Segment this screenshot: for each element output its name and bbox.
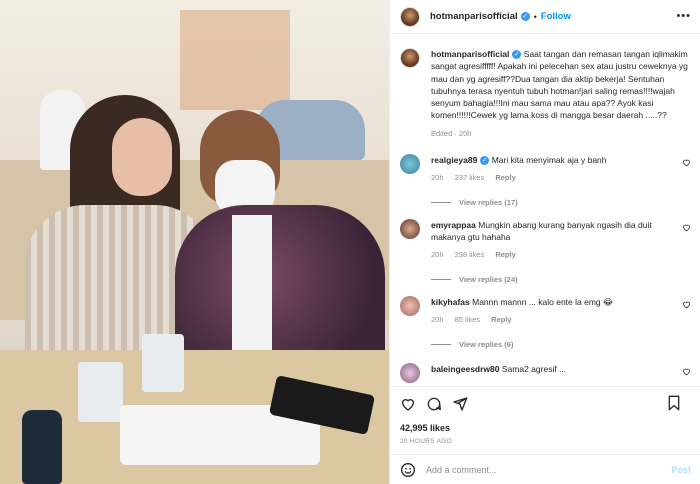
separator-dot: •: [533, 11, 537, 22]
comment-likes[interactable]: 85 likes: [455, 315, 480, 324]
man-shirt: [232, 215, 272, 355]
view-replies-label: View replies (24): [459, 275, 518, 285]
commenter-username[interactable]: emyrappaa: [431, 220, 476, 230]
author-username[interactable]: hotmanparisofficial: [430, 11, 518, 22]
reply-button[interactable]: Reply: [495, 250, 515, 259]
comment-likes[interactable]: 298 likes: [455, 250, 485, 259]
comment-heart-icon[interactable]: [682, 300, 691, 309]
comment-likes[interactable]: 237 likes: [455, 173, 485, 182]
caption-meta: Edited · 20h: [431, 128, 472, 138]
comment-icon[interactable]: [426, 396, 442, 412]
emoji-icon[interactable]: [400, 462, 416, 478]
commenter-avatar[interactable]: [400, 154, 420, 175]
comment-time: 20h: [431, 315, 444, 325]
comment-meta: 20h 237 likes Reply: [431, 172, 686, 184]
view-replies-button[interactable]: View replies (17): [431, 198, 691, 207]
share-icon[interactable]: [452, 396, 468, 412]
background-window: [180, 10, 290, 110]
commenter-username[interactable]: realgieya89: [431, 155, 477, 165]
add-comment-bar: Post: [390, 454, 700, 484]
post-photo[interactable]: [0, 0, 389, 484]
verified-icon: ✓: [520, 12, 530, 21]
comment-text: Mari kita menyimak aja y banh: [491, 155, 607, 166]
caption-username[interactable]: hotmanparisofficial: [431, 49, 509, 59]
commenter-username[interactable]: kikyhafas: [431, 297, 470, 307]
view-replies-button[interactable]: View replies (24): [431, 275, 691, 284]
view-replies-button[interactable]: View replies (6): [431, 340, 691, 349]
commenter-avatar[interactable]: [400, 296, 420, 317]
cup-right: [142, 334, 184, 392]
cup-left: [78, 362, 123, 422]
follow-button[interactable]: Follow: [541, 11, 571, 22]
comment-meta: 20h 85 likes Reply: [431, 314, 686, 326]
commenter-avatar[interactable]: [400, 363, 420, 384]
comment-item: baleingeesdrw80 Sama2 agresif ...: [400, 363, 691, 384]
post-date[interactable]: 20 HOURS AGO: [400, 438, 691, 445]
commenter-avatar[interactable]: [400, 219, 420, 240]
comment-input[interactable]: [426, 464, 646, 475]
heart-icon[interactable]: [400, 396, 416, 412]
post-caption: hotmanparisofficial ✓ Saat tangan dan rem…: [400, 48, 691, 140]
comment-item: realgieya89 ✓ Mari kita menyimak aja y ba…: [400, 154, 691, 184]
comment-heart-icon[interactable]: [682, 223, 691, 232]
bottle: [22, 410, 62, 484]
post-panel: hotmanparisofficial ✓ • Follow ••• hotma…: [389, 0, 700, 484]
reply-button[interactable]: Reply: [491, 315, 511, 324]
author-avatar[interactable]: [400, 6, 420, 27]
comment-text: Sama2 agresif ...: [501, 364, 567, 375]
comment-time: 20h: [431, 250, 444, 260]
bookmark-icon[interactable]: [667, 395, 681, 411]
post-header: hotmanparisofficial ✓ • Follow •••: [390, 0, 700, 34]
comment-heart-icon[interactable]: [682, 158, 691, 167]
verified-icon: ✓: [480, 156, 490, 166]
woman-face: [112, 118, 172, 196]
verified-icon: ✓: [512, 50, 522, 60]
comment-heart-icon[interactable]: [682, 367, 691, 376]
comment-time: 20h: [431, 173, 444, 183]
view-replies-label: View replies (17): [459, 198, 518, 208]
post-button[interactable]: Post: [671, 465, 691, 475]
more-icon[interactable]: •••: [676, 10, 691, 22]
post-actions: 42,995 likes 20 HOURS AGO: [390, 386, 700, 454]
comment-meta: 20h 298 likes Reply: [431, 249, 686, 261]
likes-count[interactable]: 42,995 likes: [400, 423, 691, 433]
comment-text: Mannn mannn ... kalo ente la emg 😂: [472, 297, 613, 308]
commenter-username[interactable]: baleingeesdrw80: [431, 364, 500, 374]
comment-item: kikyhafas Mannn mannn ... kalo ente la e…: [400, 296, 691, 326]
comments-list[interactable]: hotmanparisofficial ✓ Saat tangan dan rem…: [390, 34, 700, 386]
comment-item: emyrappaa Mungkin abang kurang banyak ng…: [400, 219, 691, 261]
caption-avatar[interactable]: [400, 48, 420, 68]
caption-text: Saat tangan dan remasan tangan iqlimakim…: [431, 49, 688, 121]
reply-button[interactable]: Reply: [495, 173, 515, 182]
view-replies-label: View replies (6): [459, 340, 514, 350]
